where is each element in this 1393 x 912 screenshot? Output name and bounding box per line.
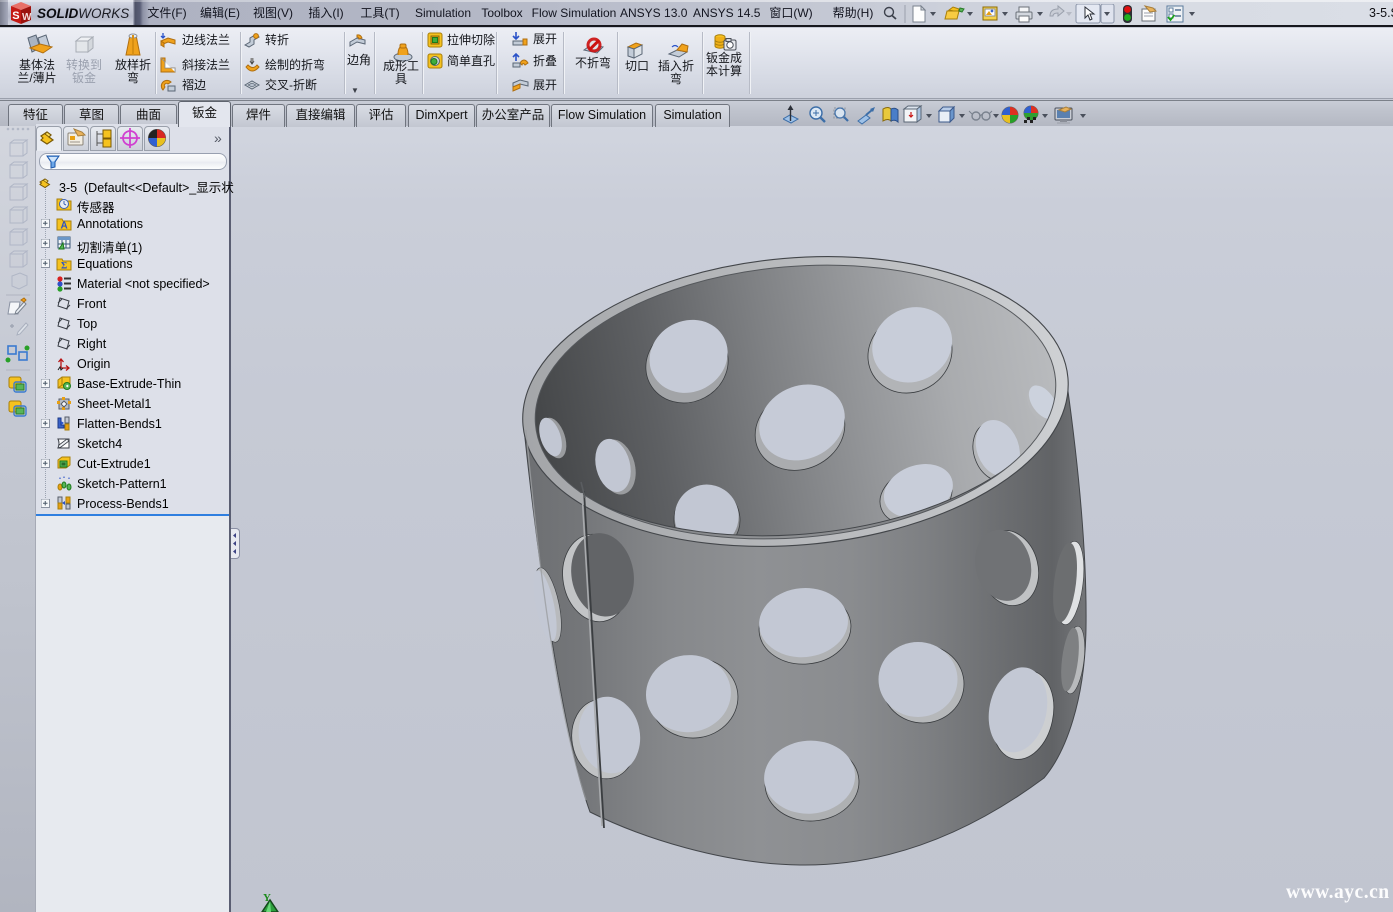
svg-text:W: W [22,12,32,23]
svg-text:S: S [12,10,19,22]
svg-text:A: A [61,221,68,232]
svg-text:Σ: Σ [61,262,67,272]
